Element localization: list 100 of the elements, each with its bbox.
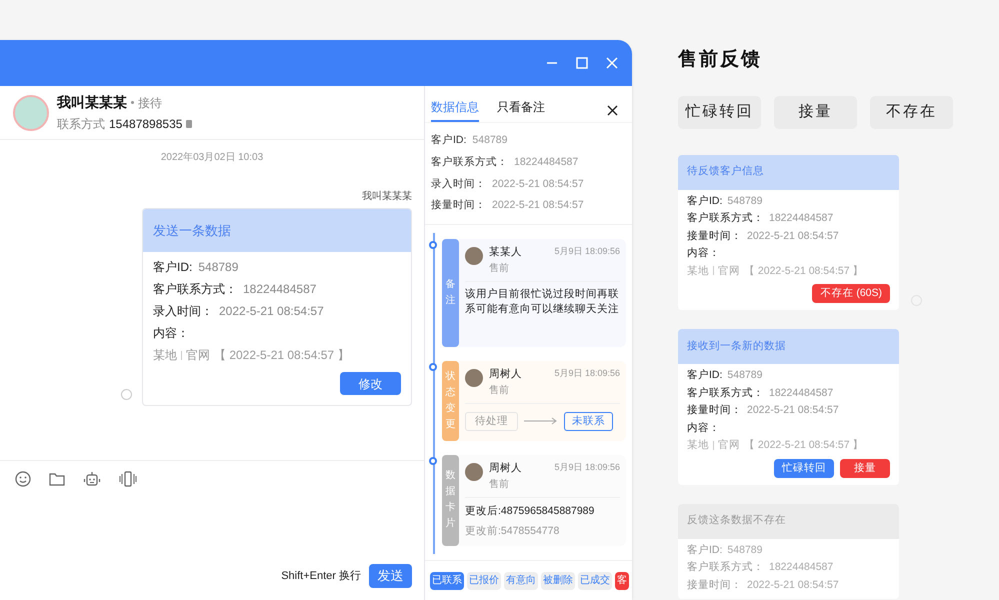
robot-icon[interactable]	[83, 471, 101, 487]
avatar	[465, 368, 483, 387]
field-value: 2022-5-21 08:54:57	[219, 303, 324, 320]
message-date: 2022年03月02日 10:03	[160, 151, 264, 165]
content-source: 某地	[153, 347, 177, 364]
author-name: 周树人	[489, 461, 522, 476]
author-name: 某某人	[489, 245, 522, 260]
content-label: 内容：	[687, 420, 721, 435]
content-channel: 官网	[718, 264, 740, 278]
field-label: 接量时间：	[687, 578, 742, 592]
current-status: 未联系	[564, 412, 613, 432]
field-value: 2022-5-21 08:54:57	[747, 578, 839, 592]
card-title: 接收到一条新的数据	[678, 329, 899, 364]
field-value: 2022-5-21 08:54:57	[492, 176, 584, 192]
quick-tag[interactable]: 有意向	[504, 572, 538, 590]
contact-label: 联系方式	[57, 116, 105, 133]
maximize-icon[interactable]	[576, 57, 588, 69]
contact-phone: 15487898535	[109, 116, 182, 133]
content-channel: 官网	[718, 438, 740, 452]
previous-status: 待处理	[465, 412, 518, 432]
action-button[interactable]: 接量	[774, 96, 857, 128]
content-source: 某地	[687, 438, 709, 452]
content-time: 【 2022-5-21 08:54:57 】	[744, 438, 864, 452]
message-card-title: 发送一条数据	[143, 209, 411, 252]
content-source: 某地	[687, 264, 709, 278]
field-value: 2022-5-21 08:54:57	[747, 403, 839, 418]
field-value: 18224484587	[243, 281, 316, 298]
card-button[interactable]: 忙碌转回	[774, 458, 834, 478]
smiley-icon[interactable]	[15, 471, 31, 487]
avatar	[465, 463, 483, 482]
card-title: 待反馈客户信息	[678, 154, 899, 190]
field-value: 548789	[727, 194, 762, 208]
field-value: 548789	[727, 368, 762, 382]
field-value: 548789	[198, 259, 238, 276]
avatar	[13, 94, 49, 130]
close-icon[interactable]	[607, 105, 618, 116]
field-label: 客户ID:	[687, 542, 722, 557]
field-label: 客户联系方式：	[687, 211, 764, 226]
quick-tag[interactable]: 已成交	[578, 572, 612, 590]
field-label: 客户联系方式：	[687, 560, 764, 574]
field-label: 录入时间：	[431, 176, 486, 192]
folder-icon[interactable]	[49, 472, 65, 486]
field-label: 客户ID:	[687, 194, 722, 208]
field-value: 18224484587	[514, 154, 578, 170]
sender-name: 我叫某某某	[361, 190, 412, 204]
note-text: 该用户目前很忙说过段时间再联系可能有意向可以继续聊天关注	[465, 286, 620, 317]
entry-tag: 状态变更	[442, 360, 459, 442]
changed-after: 更改后:4875965845887989	[465, 504, 596, 519]
changed-before: 更改前:5478554778	[465, 524, 560, 539]
arrow-icon	[524, 417, 558, 426]
entry-time: 5月9日 18:09:56	[554, 245, 620, 258]
field-label: 客户联系方式：	[687, 386, 764, 400]
field-value: 18224484587	[769, 560, 834, 574]
quick-tag[interactable]: 已报价	[467, 572, 501, 590]
field-label: 客户ID:	[153, 259, 192, 276]
field-label: 接量时间：	[687, 228, 742, 243]
edit-button[interactable]: 修改	[340, 372, 401, 395]
content-label: 内容：	[687, 246, 721, 260]
field-label: 接量时间：	[431, 198, 486, 214]
entry-time: 5月9日 18:09:56	[554, 461, 620, 474]
entry-tag: 备注	[442, 239, 459, 347]
field-label: 录入时间：	[153, 303, 213, 320]
contact-name: 我叫某某某	[57, 93, 127, 112]
content-time: 【 2022-5-21 08:54:57 】	[744, 264, 864, 278]
field-label: 接量时间：	[687, 403, 742, 418]
field-value: 548789	[472, 133, 508, 148]
card-button[interactable]: 接量	[840, 458, 890, 478]
author-role: 售前	[489, 478, 510, 492]
vibrate-icon[interactable]	[119, 471, 137, 487]
content-channel: 官网	[186, 347, 210, 364]
author-role: 售前	[489, 384, 510, 398]
field-value: 18224484587	[769, 386, 834, 400]
field-label: 客户联系方式：	[153, 281, 237, 298]
tab[interactable]: 只看备注	[497, 98, 545, 122]
author-role: 售前	[489, 262, 510, 276]
content-time: 【 2022-5-21 08:54:57 】	[214, 347, 350, 364]
entry-tag: 数据卡片	[442, 455, 459, 546]
content-label: 内容：	[153, 325, 190, 342]
contact-status: 接待	[138, 94, 162, 112]
author-name: 周树人	[489, 366, 522, 382]
entry-time: 5月9日 18:09:56	[554, 366, 620, 380]
copy-icon[interactable]	[186, 120, 192, 128]
quick-tag[interactable]: 客	[615, 572, 629, 590]
field-value: 2022-5-21 08:54:57	[747, 228, 839, 243]
quick-tag[interactable]: 已联系	[430, 572, 464, 590]
section-title: 售前反馈	[678, 48, 763, 72]
quick-tag[interactable]: 被删除	[541, 572, 575, 590]
field-label: 客户ID:	[431, 133, 466, 148]
tab[interactable]: 数据信息	[431, 98, 479, 122]
field-label: 客户ID:	[687, 368, 722, 382]
dot-separator	[131, 101, 134, 104]
action-button[interactable]: 忙碌转回	[678, 96, 761, 128]
field-value: 548789	[727, 542, 762, 557]
card-button[interactable]: 不存在 (60S)	[812, 284, 890, 303]
newline-hint: Shift+Enter 换行	[281, 568, 361, 584]
avatar	[465, 247, 483, 265]
card-title: 反馈这条数据不存在	[678, 504, 899, 538]
field-label: 客户联系方式：	[431, 154, 508, 170]
action-button[interactable]: 不存在	[870, 96, 953, 128]
send-button[interactable]: 发送	[369, 564, 412, 588]
